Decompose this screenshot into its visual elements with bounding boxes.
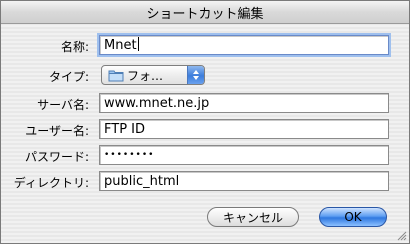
up-down-arrows-icon	[187, 66, 204, 84]
directory-row: ディレクトリ: public_html	[1, 171, 409, 193]
cancel-button[interactable]: キャンセル	[207, 207, 299, 227]
server-label: サーバ名:	[37, 98, 89, 112]
name-row: 名称: Mnet	[1, 35, 409, 57]
type-label: タイプ:	[48, 70, 89, 84]
resize-grip-icon[interactable]	[397, 231, 407, 241]
username-input[interactable]: FTP ID	[99, 119, 389, 139]
type-popup-value: フォ…	[127, 68, 164, 83]
type-row: タイプ:	[1, 65, 409, 87]
text-caret	[137, 37, 139, 51]
password-input[interactable]: ••••••••	[99, 145, 389, 165]
ok-button[interactable]: OK	[319, 207, 387, 227]
password-label: パスワード:	[24, 150, 89, 164]
shortcut-edit-dialog: ショートカット編集 名称: Mnet タイプ: フォ… サーバ名: www.mn…	[0, 0, 410, 244]
username-row: ユーザー名: FTP ID	[1, 119, 409, 141]
name-label: 名称:	[60, 40, 89, 54]
dialog-title: ショートカット編集	[1, 1, 409, 24]
name-input[interactable]: Mnet	[99, 35, 389, 55]
name-value: Mnet	[104, 38, 137, 53]
server-row: サーバ名: www.mnet.ne.jp	[1, 93, 409, 115]
password-row: パスワード: ••••••••	[1, 145, 409, 167]
server-input[interactable]: www.mnet.ne.jp	[99, 93, 389, 113]
username-label: ユーザー名:	[25, 124, 89, 138]
folder-icon	[108, 70, 124, 81]
type-popup[interactable]: フォ…	[101, 65, 205, 85]
directory-label: ディレクトリ:	[13, 176, 89, 190]
directory-input[interactable]: public_html	[99, 171, 389, 191]
